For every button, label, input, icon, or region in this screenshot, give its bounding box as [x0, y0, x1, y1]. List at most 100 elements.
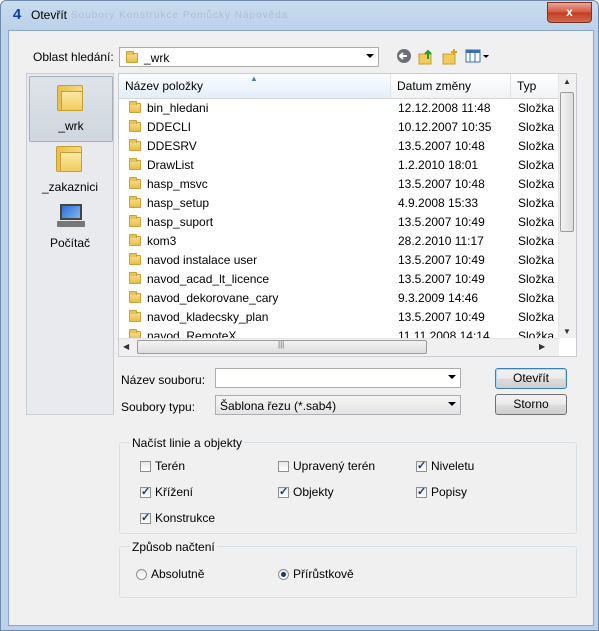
file-name: navod instalace user	[147, 253, 258, 267]
file-row[interactable]: DDECLI 10.12.2007 10:35 Složka	[119, 118, 559, 137]
file-row[interactable]: DDESRV 13.5.2007 10:48 Složka	[119, 137, 559, 156]
file-date: 13.5.2007 10:49	[398, 215, 485, 229]
folder-icon	[129, 139, 141, 151]
file-name: DDECLI	[147, 120, 192, 134]
place-wrk[interactable]: _wrk	[29, 76, 113, 142]
vertical-scroll-thumb[interactable]	[560, 92, 574, 232]
cancel-button[interactable]: Storno	[495, 394, 567, 415]
folder-icon	[56, 144, 82, 172]
checkbox-2[interactable]: Niveletu	[416, 459, 474, 473]
file-row[interactable]: hasp_msvc 13.5.2007 10:48 Složka	[119, 175, 559, 194]
up-folder-button[interactable]	[417, 48, 435, 66]
file-type: Složka	[518, 253, 555, 267]
checkbox-label: Objekty	[293, 485, 334, 499]
file-name: DrawList	[147, 158, 194, 172]
checkbox-label: Křížení	[155, 485, 194, 499]
file-row[interactable]: DrawList 1.2.2010 18:01 Složka	[119, 156, 559, 175]
scroll-right-icon[interactable]: ▶	[539, 342, 545, 351]
checkbox-1[interactable]: Upravený terén	[278, 459, 375, 473]
checkbox-3[interactable]: Křížení	[140, 485, 193, 499]
views-menu-button[interactable]	[465, 48, 491, 66]
close-button[interactable]: x	[547, 2, 592, 23]
folder-icon	[129, 158, 141, 170]
file-date: 28.2.2010 11:17	[398, 234, 484, 248]
file-name: hasp_msvc	[147, 177, 208, 191]
grip-icon: |||	[278, 340, 285, 349]
scroll-left-icon[interactable]: ◀	[123, 342, 129, 351]
scroll-down-icon[interactable]: ▼	[563, 327, 571, 336]
title-bar[interactable]: 4 Otevřít Soubory Konstrukce Pomůcky Náp…	[1, 1, 598, 29]
load-mode-group: Způsob načtení Absolutně Přírůstkově	[119, 540, 577, 598]
file-row[interactable]: navod instalace user 13.5.2007 10:49 Složk…	[119, 251, 559, 270]
file-rows: bin_hledani 12.12.2008 11:48 Složka DDECLI 1…	[119, 99, 559, 346]
radio-button[interactable]	[278, 569, 289, 580]
file-row[interactable]: bin_hledani 12.12.2008 11:48 Složka	[119, 99, 559, 118]
filename-combo[interactable]	[215, 368, 461, 388]
chevron-down-icon	[448, 402, 456, 406]
horizontal-scrollbar[interactable]: ◀ ||| ▶	[119, 338, 559, 356]
file-type: Složka	[518, 101, 555, 115]
lookin-value: _wrk	[144, 51, 170, 65]
column-type[interactable]: Typ	[511, 74, 559, 98]
file-row[interactable]: kom3 28.2.2010 11:17 Složka	[119, 232, 559, 251]
radio-label: Absolutně	[151, 567, 205, 581]
radio-1[interactable]: Přírůstkově	[278, 567, 354, 581]
checkbox-label: Niveletu	[431, 459, 475, 473]
column-type-label: Typ	[517, 79, 537, 93]
checkbox-0[interactable]: Terén	[140, 459, 185, 473]
file-type: Složka	[518, 158, 555, 172]
checkbox-box[interactable]	[278, 461, 289, 472]
scroll-up-icon[interactable]: ▲	[563, 77, 571, 86]
checkbox-box[interactable]	[416, 485, 427, 498]
file-row[interactable]: hasp_suport 13.5.2007 10:49 Složka	[119, 213, 559, 232]
file-date: 13.5.2007 10:48	[398, 139, 485, 153]
place-zakaznici[interactable]: _zakaznici	[29, 138, 111, 202]
checkbox-box[interactable]	[140, 511, 151, 524]
column-date[interactable]: Datum změny	[391, 74, 511, 98]
new-folder-button[interactable]	[441, 48, 459, 66]
radio-0[interactable]: Absolutně	[136, 567, 204, 581]
file-name-cell: kom3	[129, 232, 391, 251]
folder-icon	[129, 120, 141, 132]
filetype-select[interactable]: Šablona řezu (*.sab4)	[215, 395, 461, 415]
folder-icon	[129, 291, 141, 303]
place-computer[interactable]: Počítač	[29, 200, 111, 264]
file-row[interactable]: hasp_setup 4.9.2008 15:33 Složka	[119, 194, 559, 213]
column-name[interactable]: ▲ Název položky	[119, 74, 391, 98]
file-type: Složka	[518, 291, 555, 305]
checkbox-6[interactable]: Konstrukce	[140, 511, 215, 525]
vertical-scrollbar[interactable]: ▲ ▼	[558, 74, 576, 338]
background-menu-ghost: Soubory Konstrukce Pomůcky Nápověda	[71, 10, 289, 21]
checkbox-box[interactable]	[278, 485, 289, 498]
load-mode-group-title: Způsob načtení	[130, 540, 217, 554]
file-type: Složka	[518, 272, 555, 286]
lookin-combo[interactable]: _wrk	[119, 47, 379, 67]
file-row[interactable]: navod_dekorovane_cary 9.3.2009 14:46 Složk…	[119, 289, 559, 308]
file-row[interactable]: navod_kladecsky_plan 13.5.2007 10:49 Složk…	[119, 308, 559, 327]
checkbox-box[interactable]	[140, 485, 151, 498]
checkbox-box[interactable]	[140, 461, 151, 472]
file-name: bin_hledani	[147, 101, 209, 115]
up-folder-icon	[418, 49, 432, 65]
file-name-cell: navod_dekorovane_cary	[129, 289, 391, 308]
back-button[interactable]	[395, 48, 413, 66]
window-title: Otevřít	[31, 8, 68, 22]
checkbox-5[interactable]: Popisy	[416, 485, 467, 499]
horizontal-scroll-thumb[interactable]: |||	[137, 340, 427, 354]
file-name-cell: hasp_suport	[129, 213, 391, 232]
checkbox-box[interactable]	[416, 459, 427, 472]
folder-icon	[129, 272, 141, 284]
place-label: _zakaznici	[41, 180, 99, 194]
place-label: _wrk	[58, 119, 84, 133]
checkbox-label: Terén	[155, 459, 186, 473]
radio-button[interactable]	[136, 569, 147, 580]
file-row[interactable]: navod_acad_lt_licence 13.5.2007 10:49 Slož…	[119, 270, 559, 289]
filetype-value: Šablona řezu (*.sab4)	[220, 399, 337, 413]
checkbox-label: Popisy	[431, 485, 468, 499]
checkbox-4[interactable]: Objekty	[278, 485, 334, 499]
open-button[interactable]: Otevřít	[495, 368, 567, 389]
file-name-cell: bin_hledani	[129, 99, 391, 118]
file-date: 13.5.2007 10:49	[398, 310, 485, 324]
file-name-cell: DDECLI	[129, 118, 391, 137]
file-name-cell: DrawList	[129, 156, 391, 175]
